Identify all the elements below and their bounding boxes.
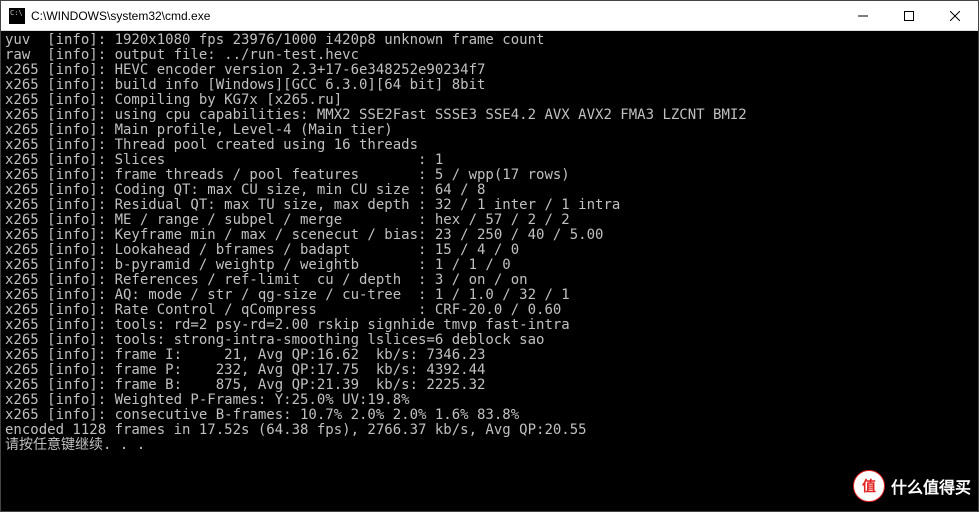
console-line: x265 [info]: Lookahead / bframes / badap… bbox=[5, 243, 974, 258]
console-output: yuv [info]: 1920x1080 fps 23976/1000 i42… bbox=[1, 31, 978, 511]
close-icon bbox=[950, 11, 960, 21]
console-line: raw [info]: output file: ../run-test.hev… bbox=[5, 48, 974, 63]
console-line: x265 [info]: build info [Windows][GCC 6.… bbox=[5, 78, 974, 93]
console-line: encoded 1128 frames in 17.52s (64.38 fps… bbox=[5, 423, 974, 438]
console-line: x265 [info]: Weighted P-Frames: Y:25.0% … bbox=[5, 393, 974, 408]
maximize-button[interactable] bbox=[886, 1, 932, 30]
console-line: x265 [info]: consecutive B-frames: 10.7%… bbox=[5, 408, 974, 423]
console-line: x265 [info]: Keyframe min / max / scenec… bbox=[5, 228, 974, 243]
console-line: x265 [info]: Residual QT: max TU size, m… bbox=[5, 198, 974, 213]
minimize-icon bbox=[858, 11, 868, 21]
console-line: x265 [info]: Main profile, Level-4 (Main… bbox=[5, 123, 974, 138]
console-line: yuv [info]: 1920x1080 fps 23976/1000 i42… bbox=[5, 33, 974, 48]
console-line: x265 [info]: ME / range / subpel / merge… bbox=[5, 213, 974, 228]
cmd-icon bbox=[9, 8, 25, 24]
watermark: 值 什么值得买 bbox=[853, 470, 971, 502]
console-line: x265 [info]: frame I: 21, Avg QP:16.62 k… bbox=[5, 348, 974, 363]
console-line: x265 [info]: Compiling by KG7x [x265.ru] bbox=[5, 93, 974, 108]
window-controls bbox=[840, 1, 978, 30]
console-line: x265 [info]: b-pyramid / weightp / weigh… bbox=[5, 258, 974, 273]
window-title: C:\WINDOWS\system32\cmd.exe bbox=[31, 9, 840, 23]
watermark-badge: 值 bbox=[853, 470, 885, 502]
console-line: x265 [info]: Rate Control / qCompress : … bbox=[5, 303, 974, 318]
watermark-text: 什么值得买 bbox=[891, 474, 971, 498]
titlebar[interactable]: C:\WINDOWS\system32\cmd.exe bbox=[1, 1, 978, 31]
minimize-button[interactable] bbox=[840, 1, 886, 30]
console-line: x265 [info]: frame threads / pool featur… bbox=[5, 168, 974, 183]
console-line: 请按任意键继续. . . bbox=[5, 438, 974, 453]
console-line: x265 [info]: Coding QT: max CU size, min… bbox=[5, 183, 974, 198]
console-line: x265 [info]: Thread pool created using 1… bbox=[5, 138, 974, 153]
console-line: x265 [info]: tools: rd=2 psy-rd=2.00 rsk… bbox=[5, 318, 974, 333]
console-line: x265 [info]: References / ref-limit cu /… bbox=[5, 273, 974, 288]
maximize-icon bbox=[904, 11, 914, 21]
close-button[interactable] bbox=[932, 1, 978, 30]
console-line: x265 [info]: Slices : 1 bbox=[5, 153, 974, 168]
console-line: x265 [info]: frame B: 875, Avg QP:21.39 … bbox=[5, 378, 974, 393]
console-line: x265 [info]: HEVC encoder version 2.3+17… bbox=[5, 63, 974, 78]
console-line: x265 [info]: using cpu capabilities: MMX… bbox=[5, 108, 974, 123]
console-line: x265 [info]: AQ: mode / str / qg-size / … bbox=[5, 288, 974, 303]
console-line: x265 [info]: frame P: 232, Avg QP:17.75 … bbox=[5, 363, 974, 378]
console-line: x265 [info]: tools: strong-intra-smoothi… bbox=[5, 333, 974, 348]
cmd-window: C:\WINDOWS\system32\cmd.exe yuv [info]: … bbox=[0, 0, 979, 512]
